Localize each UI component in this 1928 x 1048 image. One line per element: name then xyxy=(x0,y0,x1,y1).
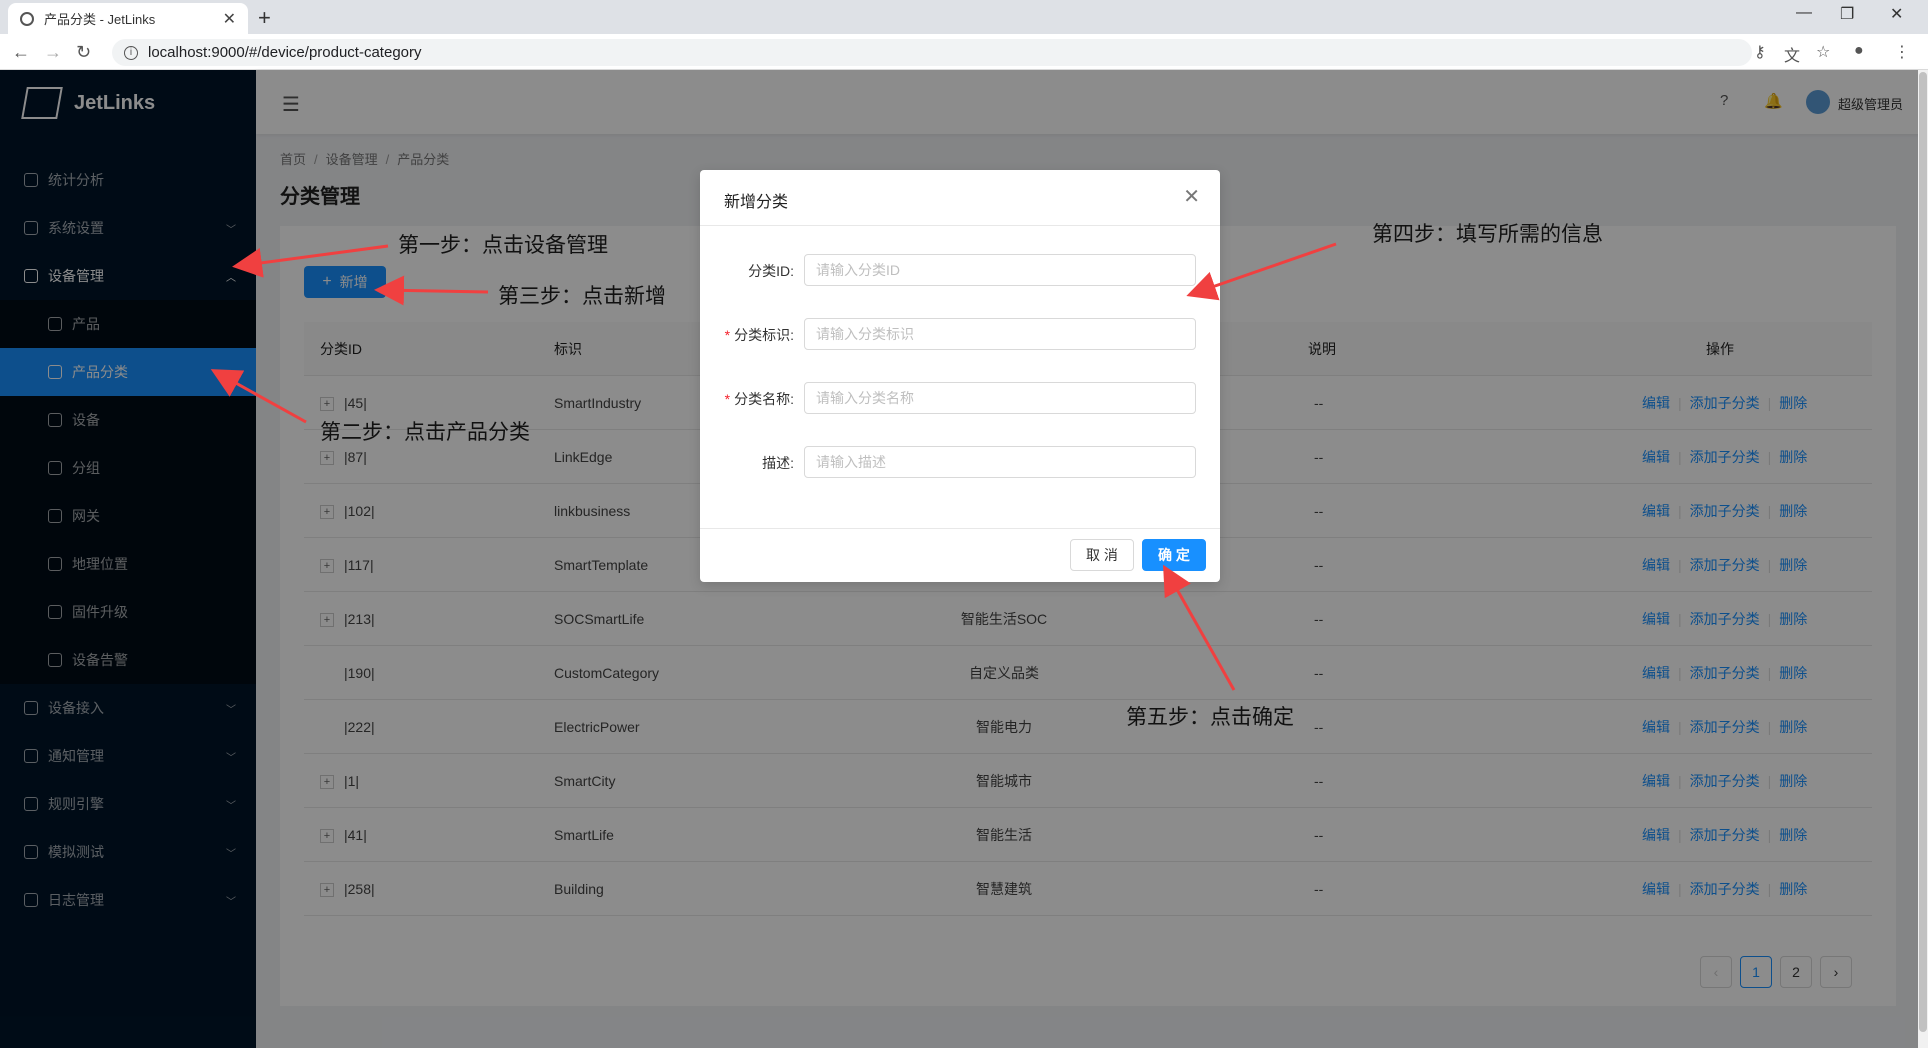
category-id-input[interactable] xyxy=(804,254,1196,286)
modal-footer: 取 消 确 定 xyxy=(700,528,1220,582)
profile-icon[interactable]: ● xyxy=(1854,42,1864,60)
field-label-text: 分类标识: xyxy=(734,327,794,343)
browser-tab[interactable]: 产品分类 - JetLinks ✕ xyxy=(8,3,248,34)
maximize-icon[interactable]: ❐ xyxy=(1840,4,1854,24)
annotation-step4: 第四步：填写所需的信息 xyxy=(1372,222,1603,246)
form-label: * 分类名称: xyxy=(725,389,794,409)
info-icon[interactable]: i xyxy=(124,45,138,60)
form-row-name: * 分类名称: xyxy=(700,382,1220,414)
annotation-step1: 第一步：点击设备管理 xyxy=(398,233,608,257)
category-name-input[interactable] xyxy=(804,382,1196,414)
forward-icon[interactable]: → xyxy=(44,42,62,63)
cancel-button[interactable]: 取 消 xyxy=(1070,539,1134,571)
required-mark: * xyxy=(724,391,731,407)
scrollbar-thumb[interactable] xyxy=(1919,72,1927,1032)
field-label-text: 描述: xyxy=(762,455,794,471)
modal-header: 新增分类 ✕ xyxy=(700,170,1220,226)
scrollbar[interactable] xyxy=(1918,70,1928,1048)
annotation-step3: 第三步：点击新增 xyxy=(498,284,666,308)
form-row-key: * 分类标识: xyxy=(700,318,1220,350)
category-key-input[interactable] xyxy=(804,318,1196,350)
annotation-step5: 第五步：点击确定 xyxy=(1126,705,1294,729)
star-icon[interactable]: ☆ xyxy=(1816,42,1830,62)
new-tab-button[interactable]: + xyxy=(258,5,271,31)
reload-icon[interactable]: ↻ xyxy=(76,42,91,63)
browser-tabbar: 产品分类 - JetLinks ✕ + — ❐ ✕ xyxy=(0,0,1928,34)
form-label: * 分类标识: xyxy=(725,325,794,345)
modal-title: 新增分类 xyxy=(724,194,789,211)
tab-title: 产品分类 - JetLinks xyxy=(44,12,156,27)
key-icon[interactable]: ⚷ xyxy=(1754,42,1766,62)
translate-icon[interactable]: 文 xyxy=(1784,42,1800,66)
form-label: 分类ID: xyxy=(748,261,794,281)
form-row-id: 分类ID: xyxy=(700,254,1220,286)
close-icon[interactable]: ✕ xyxy=(1183,184,1200,209)
field-label-text: 分类ID: xyxy=(748,263,794,279)
globe-icon xyxy=(20,11,34,26)
confirm-button[interactable]: 确 定 xyxy=(1142,539,1206,571)
description-input[interactable] xyxy=(804,446,1196,478)
more-icon[interactable]: ⋮ xyxy=(1894,42,1910,62)
required-mark: * xyxy=(724,327,731,343)
back-icon[interactable]: ← xyxy=(12,42,30,63)
address-bar: ← → ↻ i localhost:9000/#/device/product-… xyxy=(0,34,1928,70)
add-category-modal: 新增分类 ✕ 分类ID: *分类标识: *分类名称: 描述: 取 消 确 定 xyxy=(700,170,1220,582)
annotation-step2: 第二步：点击产品分类 xyxy=(320,420,530,444)
window-close-icon[interactable]: ✕ xyxy=(1890,4,1903,24)
url-field[interactable]: i localhost:9000/#/device/product-catego… xyxy=(112,39,1752,66)
minimize-icon[interactable]: — xyxy=(1796,4,1812,22)
field-label-text: 分类名称: xyxy=(734,391,794,407)
tab-close-icon[interactable]: ✕ xyxy=(223,9,236,29)
form-label: 描述: xyxy=(762,453,794,473)
url-text: localhost:9000/#/device/product-category xyxy=(148,44,422,61)
form-row-desc: 描述: xyxy=(700,446,1220,478)
